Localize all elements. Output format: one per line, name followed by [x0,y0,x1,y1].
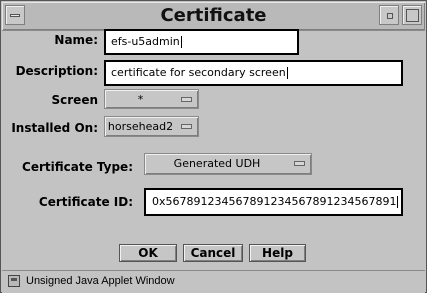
certificate-id-label: Certificate ID: [38,195,133,209]
description-value: certificate for secondary screen [111,66,286,79]
installed-on-value: horsehead2 [107,120,174,133]
help-button[interactable]: Help [249,244,306,262]
status-text: Unsigned Java Applet Window [26,275,175,287]
screen-select[interactable]: * [104,89,199,109]
dropdown-indicator-icon [181,124,192,129]
certificate-type-label: Certificate Type: [22,160,133,174]
name-field[interactable]: efs-u5admin [104,29,299,55]
certificate-type-select[interactable]: Generated UDH [144,153,312,175]
screen-value: * [137,93,144,106]
dropdown-indicator-icon [181,97,192,102]
dropdown-indicator-icon [294,161,305,166]
description-label: Description: [15,64,98,78]
ok-button[interactable]: OK [119,244,177,262]
name-label: Name: [54,33,98,47]
text-cursor [286,67,288,79]
status-bar: Unsigned Java Applet Window [2,270,425,293]
certificate-type-value: Generated UDH [173,157,261,170]
window-title: Certificate [160,5,267,26]
text-cursor [180,36,182,48]
screen-label: Screen [51,93,99,107]
certificate-dialog: Certificate Name: efs-u5admin Descriptio… [0,0,427,293]
certificate-id-field[interactable]: 0x567891234567891234567891234567891 [144,188,403,216]
description-field[interactable]: certificate for secondary screen [104,60,403,86]
cancel-button[interactable]: Cancel [183,244,243,262]
text-cursor [397,196,399,208]
installed-on-select[interactable]: horsehead2 [104,116,199,137]
applet-warning-icon [8,275,20,287]
certificate-id-value: 0x567891234567891234567891234567891 [152,195,397,208]
name-value: efs-u5admin [111,35,180,48]
title-bar[interactable]: Certificate [2,2,425,31]
minimize-icon[interactable] [379,5,399,25]
maximize-icon[interactable] [402,5,422,25]
installed-on-label: Installed On: [11,121,98,135]
